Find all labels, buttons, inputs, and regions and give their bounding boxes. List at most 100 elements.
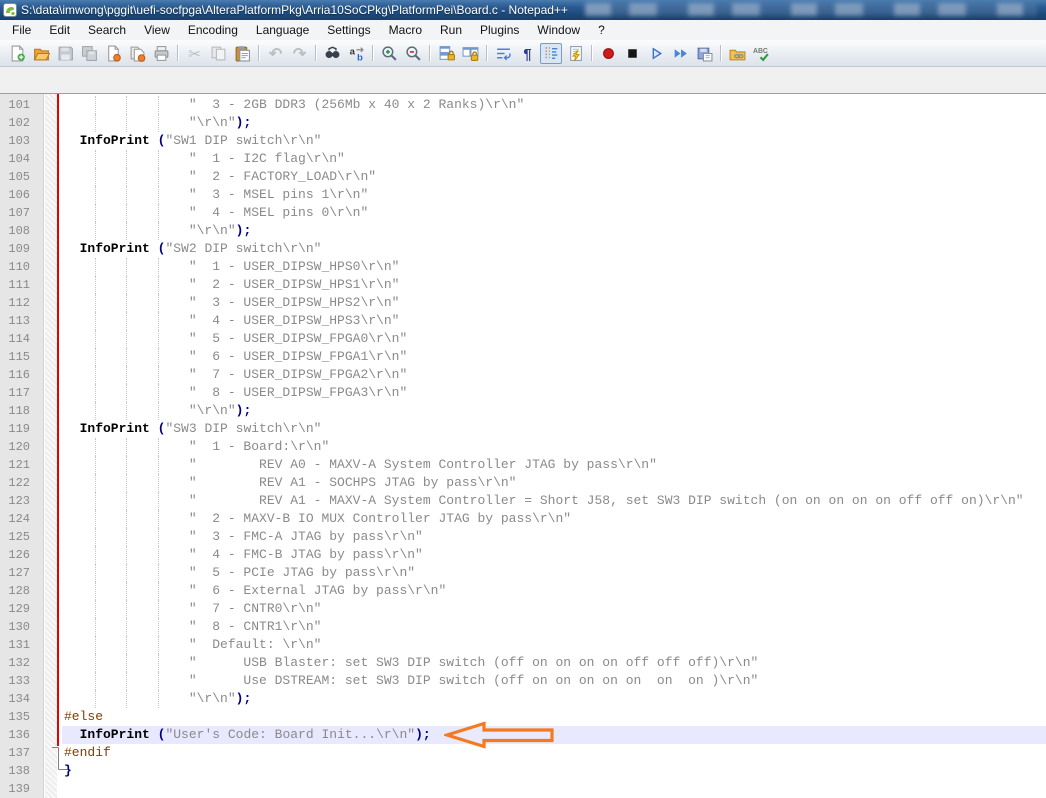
- indent-guide: [95, 636, 97, 654]
- code-line[interactable]: " 8 - CNTR1\r\n": [62, 618, 1046, 636]
- spell-check-button[interactable]: ABC: [750, 43, 772, 64]
- macro-save-icon: [696, 45, 713, 62]
- code-line[interactable]: "\r\n");: [62, 114, 1046, 132]
- code-line[interactable]: " 3 - FMC-A JTAG by pass\r\n": [62, 528, 1046, 546]
- macro-save-button[interactable]: [693, 43, 715, 64]
- open-folder-button[interactable]: [726, 43, 748, 64]
- code-line[interactable]: " REV A1 - MAXV-A System Controller = Sh…: [62, 492, 1046, 510]
- notepadpp-app-icon: [3, 3, 17, 17]
- code-line[interactable]: InfoPrint ("SW1 DIP switch\r\n": [62, 132, 1046, 150]
- zoom-in-button[interactable]: [378, 43, 400, 64]
- code-line[interactable]: " 1 - Board:\r\n": [62, 438, 1046, 456]
- code-line[interactable]: " Use DSTREAM: set SW3 DIP switch (off o…: [62, 672, 1046, 690]
- indent-guide: [157, 582, 159, 600]
- code-segment-kw: InfoPrint: [64, 421, 158, 436]
- print-button[interactable]: [150, 43, 172, 64]
- code-line[interactable]: " 3 - USER_DIPSW_HPS2\r\n": [62, 294, 1046, 312]
- code-line[interactable]: }: [62, 762, 1046, 780]
- code-line[interactable]: InfoPrint ("SW3 DIP switch\r\n": [62, 420, 1046, 438]
- code-segment-op: );: [415, 727, 431, 742]
- code-line[interactable]: " 3 - MSEL pins 1\r\n": [62, 186, 1046, 204]
- code-line[interactable]: "\r\n");: [62, 402, 1046, 420]
- macro-run-multiple-button[interactable]: [669, 43, 691, 64]
- zoom-out-icon: [405, 45, 422, 62]
- show-indent-guide-button[interactable]: [540, 42, 562, 64]
- sync-vertical-button[interactable]: [435, 43, 457, 64]
- code-line[interactable]: " 6 - USER_DIPSW_FPGA1\r\n": [62, 348, 1046, 366]
- indent-guide: [157, 348, 159, 366]
- code-segment-str: " 4 - USER_DIPSW_HPS3\r\n": [64, 313, 400, 328]
- open-file-button[interactable]: [30, 43, 52, 64]
- menu-item-language[interactable]: Language: [247, 20, 318, 40]
- macro-record-button[interactable]: [597, 43, 619, 64]
- code-line[interactable]: " 8 - USER_DIPSW_FPGA3\r\n": [62, 384, 1046, 402]
- zoom-in-icon: [381, 45, 398, 62]
- paste-icon: [234, 45, 251, 62]
- menu-item-plugins[interactable]: Plugins: [471, 20, 528, 40]
- close-all-button[interactable]: [126, 43, 148, 64]
- code-line[interactable]: " 5 - PCIe JTAG by pass\r\n": [62, 564, 1046, 582]
- code-line[interactable]: " Default: \r\n": [62, 636, 1046, 654]
- menu-item-encoding[interactable]: Encoding: [179, 20, 247, 40]
- indent-guide: [95, 564, 97, 582]
- code-line[interactable]: " 6 - External JTAG by pass\r\n": [62, 582, 1046, 600]
- code-segment-str: " 5 - PCIe JTAG by pass\r\n": [64, 565, 416, 580]
- indent-guide: [126, 690, 128, 708]
- code-line[interactable]: " 2 - FACTORY_LOAD\r\n": [62, 168, 1046, 186]
- new-file-button[interactable]: [6, 43, 28, 64]
- code-line[interactable]: " USB Blaster: set SW3 DIP switch (off o…: [62, 654, 1046, 672]
- indent-guide: [157, 456, 159, 474]
- menu-item-view[interactable]: View: [135, 20, 179, 40]
- macro-stop-icon: [624, 45, 641, 62]
- code-line[interactable]: " 4 - FMC-B JTAG by pass\r\n": [62, 546, 1046, 564]
- svg-text:ABC: ABC: [753, 47, 768, 54]
- new-file-icon: [9, 45, 26, 62]
- macro-stop-button[interactable]: [621, 43, 643, 64]
- code-line[interactable]: [62, 780, 1046, 798]
- code-line[interactable]: " 3 - 2GB DDR3 (256Mb x 40 x 2 Ranks)\r\…: [62, 96, 1046, 114]
- zoom-out-button[interactable]: [402, 43, 424, 64]
- menu-item-run[interactable]: Run: [431, 20, 471, 40]
- paste-button[interactable]: [231, 43, 253, 64]
- find-button[interactable]: [321, 43, 343, 64]
- code-line[interactable]: " REV A1 - SOCHPS JTAG by pass\r\n": [62, 474, 1046, 492]
- indent-guide: [95, 528, 97, 546]
- macro-play-button[interactable]: [645, 43, 667, 64]
- indent-guide: [126, 564, 128, 582]
- menu-bar: File Edit Search View Encoding Language Settin…: [0, 20, 1046, 40]
- code-segment-str: "SW2 DIP switch\r\n": [165, 241, 322, 256]
- sync-horizontal-button[interactable]: [459, 43, 481, 64]
- menu-item-search[interactable]: Search: [79, 20, 135, 40]
- document-map-button[interactable]: [564, 43, 586, 64]
- code-line[interactable]: "\r\n");: [62, 690, 1046, 708]
- code-line[interactable]: " 5 - USER_DIPSW_FPGA0\r\n": [62, 330, 1046, 348]
- menu-item-file[interactable]: File: [3, 20, 40, 40]
- code-line[interactable]: " 1 - I2C flag\r\n": [62, 150, 1046, 168]
- indent-guide: [157, 618, 159, 636]
- code-line[interactable]: " 2 - USER_DIPSW_HPS1\r\n": [62, 276, 1046, 294]
- code-line[interactable]: " 4 - USER_DIPSW_HPS3\r\n": [62, 312, 1046, 330]
- indent-guide: [126, 582, 128, 600]
- toolbar-separator: [258, 45, 259, 61]
- code-line[interactable]: " 4 - MSEL pins 0\r\n": [62, 204, 1046, 222]
- replace-button[interactable]: ab: [345, 43, 367, 64]
- indent-guide: [157, 258, 159, 276]
- code-area[interactable]: " 3 - 2GB DDR3 (256Mb x 40 x 2 Ranks)\r\…: [62, 96, 1046, 798]
- open-file-icon: [33, 45, 50, 62]
- indent-guide: [126, 654, 128, 672]
- menu-item-macro[interactable]: Macro: [380, 20, 431, 40]
- code-line[interactable]: " 7 - CNTR0\r\n": [62, 600, 1046, 618]
- code-line[interactable]: " 1 - USER_DIPSW_HPS0\r\n": [62, 258, 1046, 276]
- menu-item-window[interactable]: Window: [528, 20, 589, 40]
- menu-item-settings[interactable]: Settings: [318, 20, 379, 40]
- close-file-button[interactable]: [102, 43, 124, 64]
- code-line[interactable]: " 2 - MAXV-B IO MUX Controller JTAG by p…: [62, 510, 1046, 528]
- word-wrap-button[interactable]: [492, 43, 514, 64]
- code-line[interactable]: InfoPrint ("SW2 DIP switch\r\n": [62, 240, 1046, 258]
- menu-item-help[interactable]: ?: [589, 20, 614, 40]
- code-line[interactable]: " REV A0 - MAXV-A System Controller JTAG…: [62, 456, 1046, 474]
- code-line[interactable]: "\r\n");: [62, 222, 1046, 240]
- code-line[interactable]: " 7 - USER_DIPSW_FPGA2\r\n": [62, 366, 1046, 384]
- menu-item-edit[interactable]: Edit: [40, 20, 79, 40]
- show-all-characters-button[interactable]: ¶: [516, 43, 538, 64]
